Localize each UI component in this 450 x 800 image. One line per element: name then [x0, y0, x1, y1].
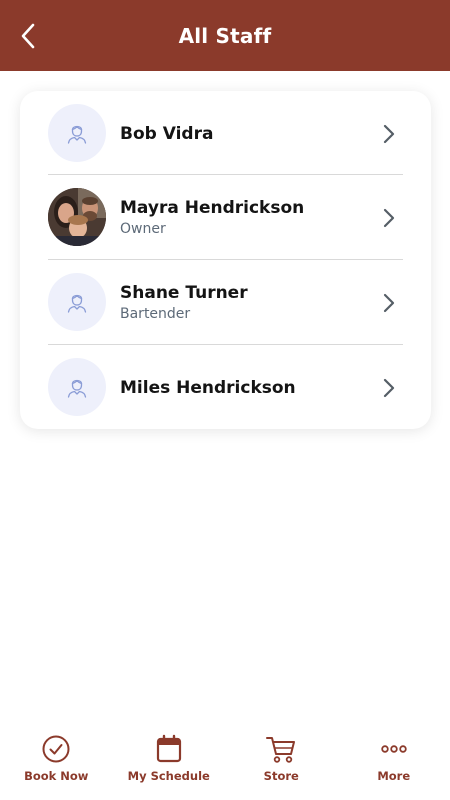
avatar [48, 358, 106, 416]
staff-role: Bartender [120, 305, 191, 322]
avatar [48, 273, 106, 331]
staff-info: Shane Turner Bartender [120, 260, 391, 345]
back-button[interactable] [12, 18, 44, 54]
tab-more[interactable]: More [338, 720, 450, 800]
tab-book-now[interactable]: Book Now [0, 720, 113, 800]
staff-row-miles-hendrickson[interactable]: Miles Hendrickson [20, 345, 431, 429]
tab-label: More [377, 769, 411, 783]
more-dots-icon [379, 730, 409, 768]
tab-my-schedule[interactable]: My Schedule [113, 720, 226, 800]
staff-row-mayra-hendrickson[interactable]: Mayra Hendrickson Owner [20, 175, 431, 260]
cart-icon [265, 730, 297, 768]
bottom-tab-bar: Book Now My Schedule Store More [0, 720, 450, 800]
staff-name: Shane Turner [120, 282, 248, 303]
staff-name: Miles Hendrickson [120, 377, 296, 398]
staff-name: Bob Vidra [120, 123, 214, 144]
top-app-bar: All Staff [0, 0, 450, 71]
avatar [48, 104, 106, 162]
staff-name: Mayra Hendrickson [120, 197, 305, 218]
tab-label: My Schedule [127, 769, 210, 783]
tab-label: Book Now [24, 769, 89, 783]
chevron-right-icon [383, 208, 395, 228]
avatar-photo [48, 188, 106, 246]
chevron-right-icon [383, 378, 395, 398]
person-placeholder-icon [67, 294, 87, 313]
staff-row-bob-vidra[interactable]: Bob Vidra [20, 91, 431, 176]
staff-role: Owner [120, 220, 166, 237]
profile-photo [48, 188, 106, 246]
check-circle-icon [41, 730, 71, 768]
person-placeholder-icon [67, 379, 87, 398]
staff-info: Mayra Hendrickson Owner [120, 175, 391, 260]
staff-info: Miles Hendrickson [120, 345, 391, 429]
staff-info: Bob Vidra [120, 91, 391, 176]
staff-row-shane-turner[interactable]: Shane Turner Bartender [20, 260, 431, 345]
tab-store[interactable]: Store [225, 720, 338, 800]
page-title: All Staff [178, 23, 272, 48]
chevron-right-icon [383, 293, 395, 313]
calendar-icon [155, 730, 183, 768]
chevron-right-icon [383, 124, 395, 144]
tab-label: Store [263, 769, 299, 783]
staff-list: Bob Vidra Mayra Hendrickson Owner Shane … [20, 91, 431, 429]
chevron-left-icon [21, 23, 35, 49]
person-placeholder-icon [67, 125, 87, 144]
